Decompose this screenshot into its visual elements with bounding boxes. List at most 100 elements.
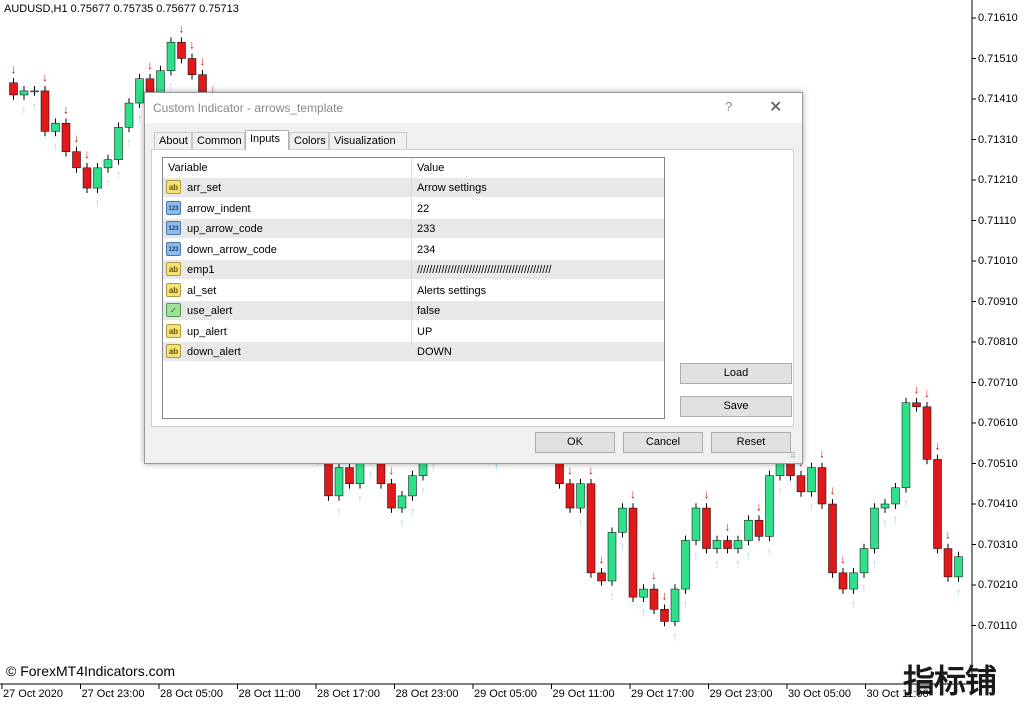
bear-candle — [723, 540, 732, 549]
header-variable[interactable]: Variable — [168, 162, 208, 174]
time-label: 28 Oct 11:00 — [238, 688, 301, 700]
bull-candle — [166, 42, 176, 71]
price-label: 0.70610 — [978, 417, 1018, 429]
up-arrow-icon: ↑ — [126, 135, 132, 149]
down-arrow-icon: ↓ — [74, 131, 80, 145]
up-arrow-icon: ↑ — [95, 196, 101, 210]
down-arrow-icon: ↓ — [630, 487, 636, 501]
variable-value[interactable]: Alerts settings — [417, 285, 486, 297]
bear-candle — [912, 402, 921, 408]
time-label: 27 Oct 23:00 — [81, 688, 145, 700]
up-arrow-icon: ↑ — [683, 597, 689, 611]
input-row-emp1[interactable]: ab emp1 //////////////////////////////////… — [163, 260, 664, 280]
int-type-icon: 123 — [166, 241, 181, 256]
variable-value[interactable]: 22 — [417, 203, 429, 215]
tab-visualization[interactable]: Visualization — [329, 132, 407, 149]
input-row-al-set[interactable]: ab al_set Alerts settings — [163, 281, 664, 301]
time-label: 29 Oct 05:00 — [474, 688, 537, 700]
symbol-info: AUDUSD,H1 0.75677 0.75735 0.75677 0.7571… — [4, 3, 239, 15]
header-value[interactable]: Value — [417, 162, 444, 174]
grid-header: Variable Value — [163, 158, 664, 179]
input-row-up-arrow-code[interactable]: 123 up_arrow_code 233 — [163, 219, 664, 239]
variable-value[interactable]: false — [417, 305, 440, 317]
input-row-arrow-indent[interactable]: 123 arrow_indent 22 — [163, 199, 664, 219]
price-label: 0.70910 — [978, 295, 1018, 308]
up-arrow-icon: ↑ — [137, 111, 143, 125]
up-arrow-icon: ↑ — [357, 492, 363, 506]
reset-button[interactable]: Reset — [711, 432, 791, 453]
load-button[interactable]: Load — [680, 363, 792, 384]
bull-candle — [30, 90, 39, 93]
variable-name: emp1 — [187, 264, 215, 276]
price-label: 0.71210 — [978, 174, 1018, 186]
up-arrow-icon: ↑ — [53, 139, 59, 153]
resize-grip-icon[interactable]: ⠿ — [790, 451, 798, 460]
down-arrow-icon: ↓ — [704, 487, 710, 501]
bull-candle — [870, 507, 879, 549]
cancel-button[interactable]: Cancel — [623, 432, 703, 453]
close-button[interactable]: ✕ — [769, 97, 782, 117]
up-arrow-icon: ↑ — [21, 103, 27, 117]
tab-about[interactable]: About — [154, 132, 192, 149]
bear-candle — [838, 572, 848, 590]
down-arrow-icon: ↓ — [588, 463, 594, 477]
bear-candle — [586, 483, 596, 574]
bear-candle — [72, 151, 81, 169]
variable-value[interactable]: DOWN — [417, 346, 452, 358]
down-arrow-icon: ↓ — [200, 54, 206, 68]
down-arrow-icon: ↓ — [179, 21, 185, 35]
variable-value[interactable]: Arrow settings — [417, 182, 487, 194]
bull-candle — [103, 159, 113, 169]
up-arrow-icon: ↑ — [735, 556, 741, 570]
variable-name: arr_set — [187, 182, 222, 194]
save-button[interactable]: Save — [680, 396, 792, 417]
input-row-down-arrow-code[interactable]: 123 down_arrow_code 234 — [163, 240, 664, 260]
inputs-panel: Variable Value ab arr_set Arrow settings 12… — [151, 149, 794, 427]
ok-button[interactable]: OK — [535, 432, 615, 453]
input-row-use-alert[interactable]: ✓ use_alert false — [163, 301, 664, 321]
down-arrow-icon: ↓ — [84, 147, 90, 161]
column-divider[interactable] — [411, 158, 412, 346]
tab-common[interactable]: Common — [192, 132, 245, 149]
bear-candle — [187, 58, 197, 75]
up-arrow-icon: ↑ — [32, 99, 38, 113]
up-arrow-icon: ↑ — [105, 176, 111, 190]
bull-candle — [135, 78, 144, 104]
up-arrow-icon: ↑ — [777, 484, 783, 498]
input-row-down-alert[interactable]: ab down_alert DOWN — [163, 342, 664, 362]
int-type-icon: 123 — [166, 221, 181, 235]
help-button[interactable]: ? — [725, 99, 732, 114]
bull-candle — [849, 572, 858, 590]
down-arrow-icon: ↓ — [935, 439, 941, 453]
down-arrow-icon: ↓ — [924, 386, 930, 400]
variable-value[interactable]: ////////////////////////////////////////… — [417, 264, 551, 276]
variable-value[interactable]: UP — [417, 326, 432, 338]
tab-colors[interactable]: Colors — [289, 132, 329, 149]
bull-candle — [891, 487, 900, 505]
bull-candle — [408, 475, 417, 497]
variable-name: arrow_indent — [187, 202, 251, 215]
bear-candle — [345, 467, 354, 484]
variable-value[interactable]: 233 — [417, 223, 435, 235]
input-row-up-alert[interactable]: ab up_alert UP — [163, 322, 664, 342]
bull-candle — [859, 548, 869, 574]
bull-candle — [681, 540, 690, 590]
price-label: 0.71610 — [978, 12, 1018, 24]
up-arrow-icon: ↑ — [368, 467, 374, 481]
down-arrow-icon: ↓ — [819, 447, 825, 461]
down-arrow-icon: ↓ — [63, 102, 69, 116]
string-type-icon: ab — [166, 180, 181, 194]
watermark-logo: 指标铺 — [903, 662, 997, 700]
dialog-titlebar[interactable]: Custom Indicator - arrows_template ? ✕ — [145, 93, 802, 123]
input-row-arr-set[interactable]: ab arr_set Arrow settings — [163, 178, 664, 198]
up-arrow-icon: ↑ — [851, 597, 857, 611]
variable-value[interactable]: 234 — [417, 244, 435, 256]
bull-candle — [765, 475, 774, 537]
up-arrow-icon: ↑ — [641, 605, 647, 619]
bull-candle — [334, 467, 344, 497]
time-label: 29 Oct 11:00 — [552, 688, 615, 700]
tab-inputs[interactable]: Inputs — [245, 130, 289, 150]
price-label: 0.70410 — [978, 498, 1018, 510]
string-type-icon: ab — [166, 344, 181, 358]
bear-candle — [177, 42, 186, 59]
